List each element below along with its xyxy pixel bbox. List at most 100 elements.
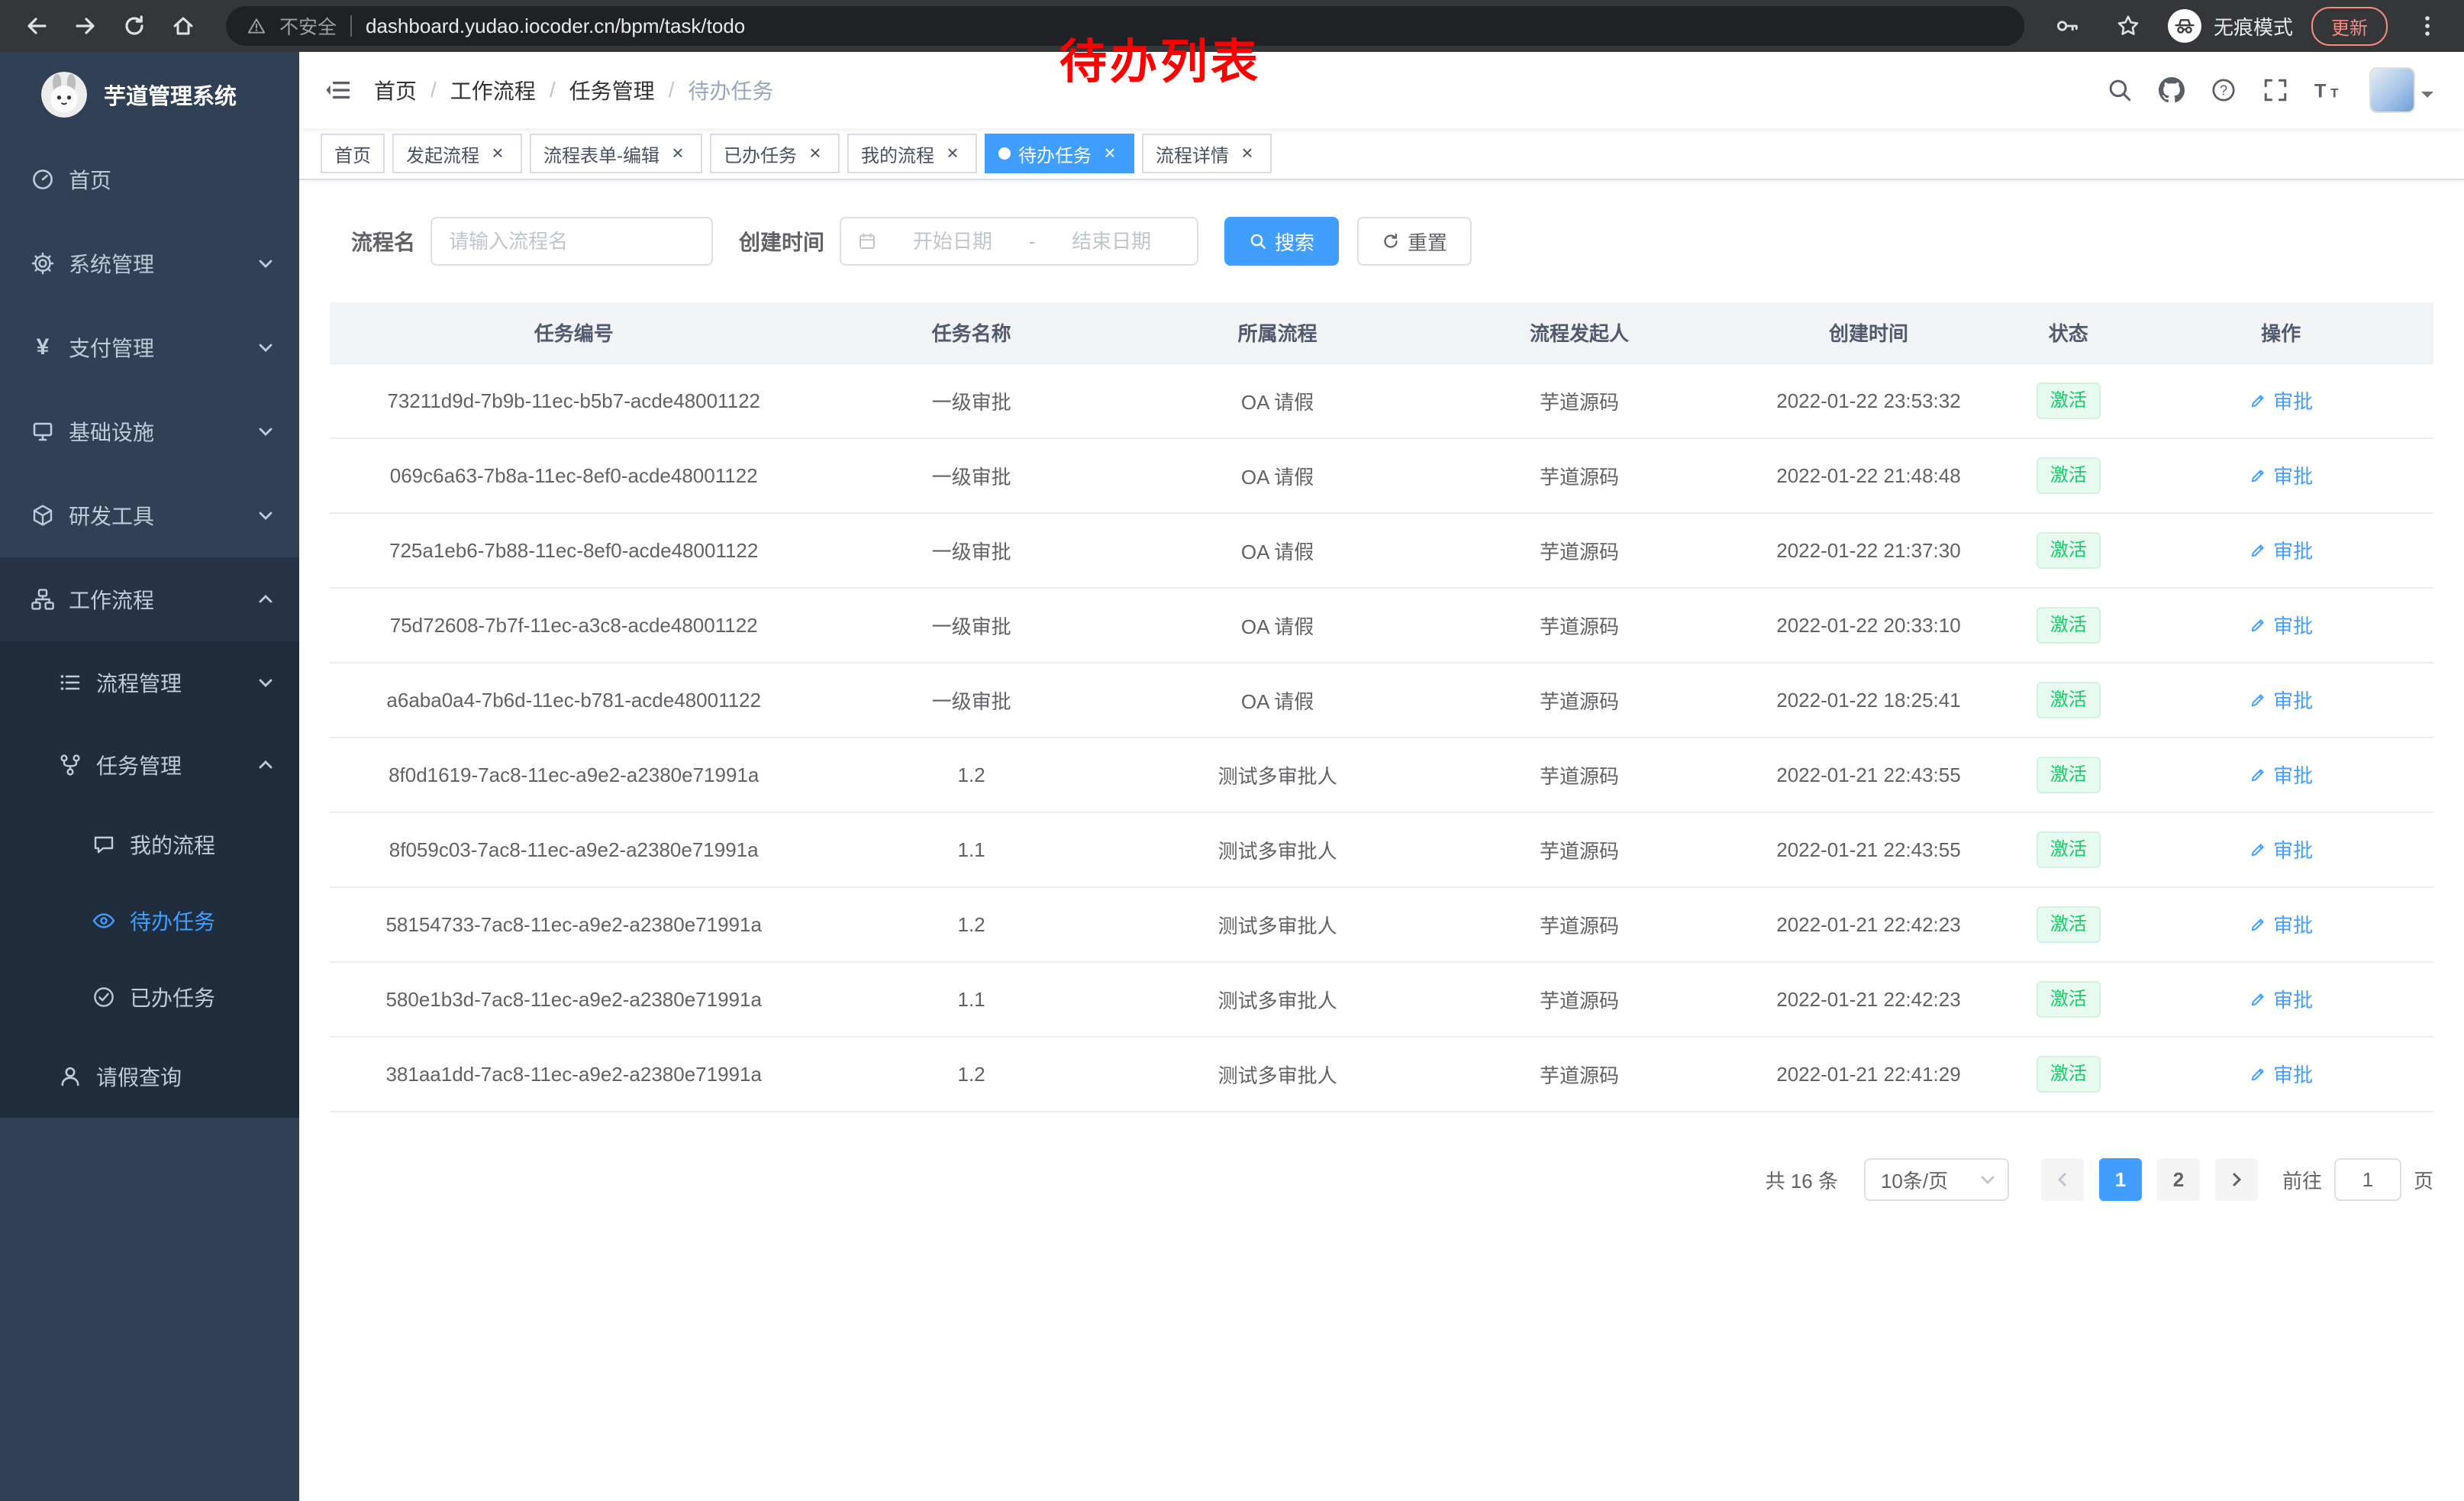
sidebar-item-todo-task[interactable]: 待办任务 [0,883,299,959]
status-badge: 激活 [2037,532,2101,568]
github-icon[interactable] [2159,77,2185,103]
chevron-down-icon [256,338,275,357]
search-icon[interactable] [2107,77,2133,103]
caret-down-icon [2421,92,2433,104]
page-button-2[interactable]: 2 [2157,1158,2200,1201]
chevron-down-icon [256,254,275,273]
breadcrumb-task-management[interactable]: 任务管理 [569,75,655,105]
update-button[interactable]: 更新 [2311,7,2388,46]
status-badge: 激活 [2037,383,2101,418]
close-icon[interactable]: × [1237,143,1258,164]
chevron-up-icon [256,590,275,608]
browser-menu-dots-icon[interactable] [2406,5,2449,47]
tag-process-detail[interactable]: 流程详情× [1142,134,1272,173]
sidebar-item-task-management[interactable]: 任务管理 [0,724,299,806]
next-page-button[interactable] [2215,1158,2258,1201]
tag-home[interactable]: 首页 [321,134,385,173]
reset-button[interactable]: 重置 [1357,217,1472,266]
approve-link[interactable]: 审批 [2249,611,2313,639]
sidebar-collapse-icon[interactable] [324,76,351,104]
tag-start-process[interactable]: 发起流程× [392,134,522,173]
close-icon[interactable]: × [1099,143,1121,164]
start-date-input[interactable] [884,230,1021,253]
breadcrumb-current: 待办任务 [688,75,773,105]
breadcrumb-workflow[interactable]: 工作流程 [450,75,536,105]
close-icon[interactable]: × [487,143,508,164]
edit-icon [2249,915,2267,934]
status-badge: 激活 [2037,1056,2101,1092]
browser-refresh-button[interactable] [113,5,156,47]
date-range-picker[interactable]: - [840,217,1198,266]
check-circle-icon [92,985,116,1009]
page-size-select[interactable]: 10条/页 [1864,1158,2009,1201]
sidebar-item-payment[interactable]: ¥ 支付管理 [0,305,299,389]
filter-form: 流程名 创建时间 - 搜索 重置 [330,217,2433,266]
approve-link[interactable]: 审批 [2249,985,2313,1013]
tags-view: 首页 发起流程× 流程表单-编辑× 已办任务× 我的流程× 待办任务× 流程详情… [299,128,2464,180]
sidebar-item-process-management[interactable]: 流程管理 [0,641,299,724]
end-date-input[interactable] [1043,230,1180,253]
sidebar-item-system[interactable]: 系统管理 [0,221,299,305]
password-key-icon[interactable] [2046,5,2088,47]
search-button[interactable]: 搜索 [1224,217,1339,266]
approve-link[interactable]: 审批 [2249,461,2313,489]
table-row: 8f0d1619-7ac8-11ec-a9e2-a2380e71991a1.2测… [330,738,2433,812]
process-name-input[interactable] [431,217,713,266]
close-icon[interactable]: × [667,143,689,164]
approve-link[interactable]: 审批 [2249,686,2313,714]
tag-my-process[interactable]: 我的流程× [847,134,977,173]
close-icon[interactable]: × [805,143,826,164]
app-logo[interactable]: 芋道管理系统 [0,52,299,137]
sidebar-item-infrastructure[interactable]: 基础设施 [0,389,299,473]
browser-home-button[interactable] [162,5,205,47]
svg-text:T: T [2330,86,2339,101]
sidebar-item-leave-query[interactable]: 请假查询 [0,1035,299,1118]
tag-todo-task[interactable]: 待办任务× [985,134,1134,173]
calendar-icon [858,232,876,250]
incognito-icon [2168,9,2201,43]
table-row: 725a1eb6-7b88-11ec-8ef0-acde48001122一级审批… [330,513,2433,588]
browser-forward-button[interactable] [64,5,107,47]
chevron-down-icon [256,673,275,692]
logo-image [41,72,87,118]
sidebar-item-workflow[interactable]: 工作流程 [0,557,299,641]
sidebar-item-my-process[interactable]: 我的流程 [0,806,299,883]
prev-page-button [2041,1158,2084,1201]
status-badge: 激活 [2037,457,2101,493]
cube-icon [31,503,55,528]
total-count: 共 16 条 [1766,1166,1838,1194]
sidebar-item-done-task[interactable]: 已办任务 [0,959,299,1035]
edit-icon [2249,616,2267,634]
page-button-1[interactable]: 1 [2099,1158,2142,1201]
approve-link[interactable]: 审批 [2249,536,2313,564]
approve-link[interactable]: 审批 [2249,1060,2313,1088]
approve-link[interactable]: 审批 [2249,910,2313,938]
goto-page-input[interactable] [2334,1158,2401,1201]
chevron-down-icon [256,422,275,441]
fullscreen-icon[interactable] [2262,77,2288,103]
approve-link[interactable]: 审批 [2249,386,2313,415]
bookmark-star-icon[interactable] [2107,5,2150,47]
user-menu[interactable] [2369,67,2433,113]
help-icon[interactable]: ? [2211,77,2237,103]
close-icon[interactable]: × [942,143,963,164]
approve-link[interactable]: 审批 [2249,835,2313,863]
browser-toolbar-right: 无痕模式 更新 [2046,5,2449,47]
tag-done-task[interactable]: 已办任务× [710,134,840,173]
top-navbar: 首页 / 工作流程 / 任务管理 / 待办任务 ? [299,52,2464,128]
tag-process-form-edit[interactable]: 流程表单-编辑× [530,134,702,173]
font-size-icon[interactable]: TT [2314,77,2343,103]
edit-icon [2249,691,2267,709]
edit-icon [2249,466,2267,485]
goto-unit: 页 [2414,1166,2433,1194]
breadcrumb-home[interactable]: 首页 [374,75,417,105]
chevron-up-icon [256,756,275,774]
browser-back-button[interactable] [15,5,58,47]
approve-link[interactable]: 审批 [2249,760,2313,789]
sidebar-item-home[interactable]: 首页 [0,137,299,221]
yen-icon: ¥ [31,334,55,360]
active-dot [998,147,1011,160]
table-row: 8f059c03-7ac8-11ec-a9e2-a2380e71991a1.1测… [330,812,2433,887]
sidebar-item-devtools[interactable]: 研发工具 [0,473,299,557]
edit-icon [2249,766,2267,784]
